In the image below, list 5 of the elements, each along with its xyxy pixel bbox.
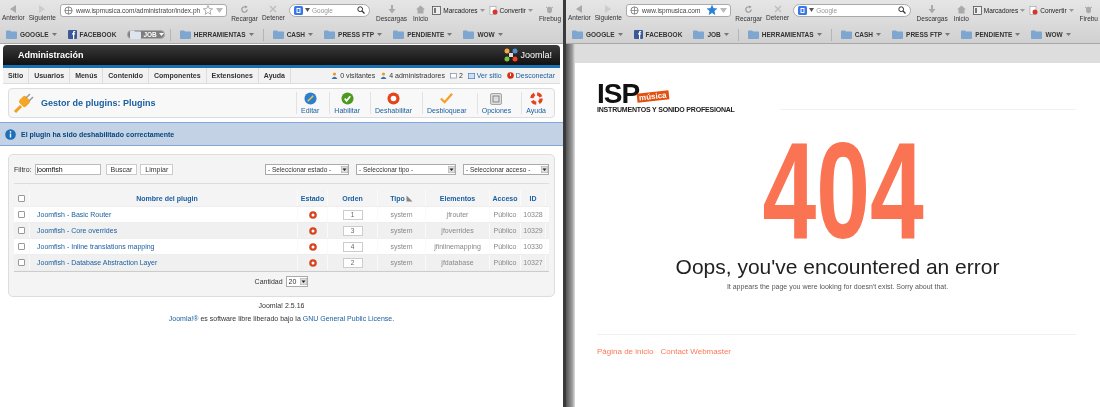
- admin-title: Administración: [18, 50, 85, 60]
- page-title: Gestor de plugins: Plugins: [41, 98, 156, 108]
- error-heading: Oops, you've encountered an error: [675, 255, 1000, 279]
- error-code: 404: [762, 131, 925, 249]
- logo-text: Joomla!: [520, 50, 552, 60]
